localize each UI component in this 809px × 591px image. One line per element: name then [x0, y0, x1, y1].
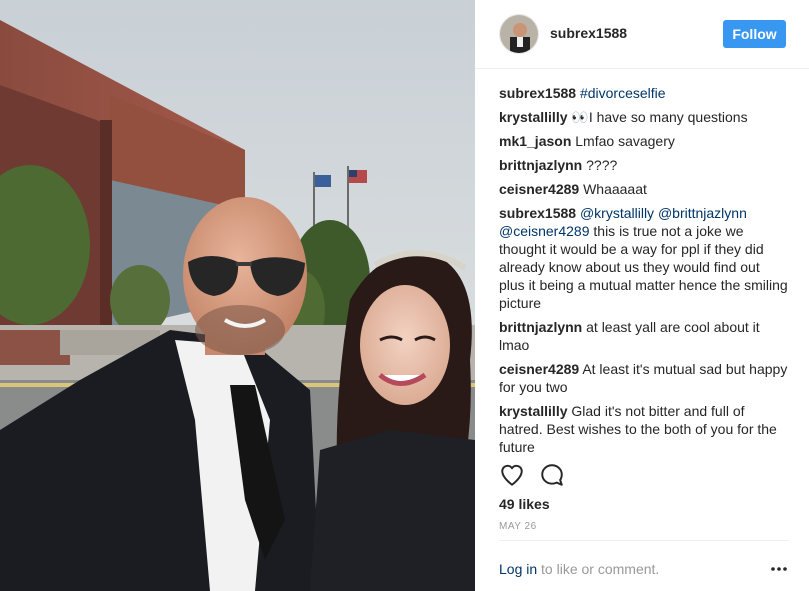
mention-link[interactable]: @brittnjazlynn — [658, 205, 747, 221]
comment-text: Whaaaaat — [583, 181, 647, 197]
mention-link[interactable]: @krystallilly — [580, 205, 654, 221]
comment-text: ???? — [586, 157, 618, 173]
selfie-image — [0, 0, 475, 591]
comment-username[interactable]: subrex1588 — [499, 205, 576, 221]
comments-list[interactable]: subrex1588 #divorceselfie krystallilly 👀I… — [499, 84, 789, 454]
post-actions — [499, 462, 789, 488]
like-count[interactable]: 49 likes — [499, 496, 550, 512]
comment-item: krystallilly 👀I have so many questions — [499, 108, 789, 126]
login-link[interactable]: Log in — [499, 561, 537, 577]
comment-username[interactable]: krystallilly — [499, 109, 568, 125]
comment-text: Lmfao savagery — [575, 133, 675, 149]
comment-item: krystallilly Glad it's not bitter and fu… — [499, 402, 789, 454]
comment-item: subrex1588 @krystallilly @brittnjazlynn … — [499, 204, 789, 312]
avatar-image — [500, 15, 538, 53]
comment-item: ceisner4289 At least it's mutual sad but… — [499, 360, 789, 396]
hashtag-link[interactable]: #divorceselfie — [580, 85, 666, 101]
login-suffix: to like or comment. — [537, 561, 660, 577]
comment-text: 👀I have so many questions — [571, 109, 748, 125]
post-header: subrex1588 Follow — [475, 0, 809, 69]
heart-outline-icon[interactable] — [499, 462, 525, 488]
comment-username[interactable]: brittnjazlynn — [499, 319, 582, 335]
comment-username[interactable]: subrex1588 — [499, 85, 576, 101]
follow-button[interactable]: Follow — [723, 20, 786, 48]
avatar[interactable] — [499, 14, 539, 54]
mention-link[interactable]: @ceisner4289 — [499, 223, 590, 239]
post-author-username[interactable]: subrex1588 — [550, 25, 627, 41]
comment-item: brittnjazlynn at least yall are cool abo… — [499, 318, 789, 354]
comment-username[interactable]: ceisner4289 — [499, 181, 579, 197]
post-sidebar: subrex1588 Follow subrex1588 #divorcesel… — [475, 0, 809, 591]
comment-item: mk1_jason Lmfao savagery — [499, 132, 789, 150]
comment-item: subrex1588 #divorceselfie — [499, 84, 789, 102]
comment-username[interactable]: krystallilly — [499, 403, 568, 419]
comment-item: brittnjazlynn ???? — [499, 156, 789, 174]
post-photo — [0, 0, 475, 591]
speech-bubble-icon[interactable] — [539, 462, 565, 488]
comment-username[interactable]: mk1_jason — [499, 133, 571, 149]
login-footer: Log in to like or comment. — [499, 540, 789, 591]
more-options-icon[interactable] — [769, 561, 789, 577]
login-prompt: Log in to like or comment. — [499, 561, 659, 577]
comment-username[interactable]: brittnjazlynn — [499, 157, 582, 173]
comment-username[interactable]: ceisner4289 — [499, 361, 579, 377]
comment-item: ceisner4289 Whaaaaat — [499, 180, 789, 198]
post-date: MAY 26 — [499, 521, 537, 532]
